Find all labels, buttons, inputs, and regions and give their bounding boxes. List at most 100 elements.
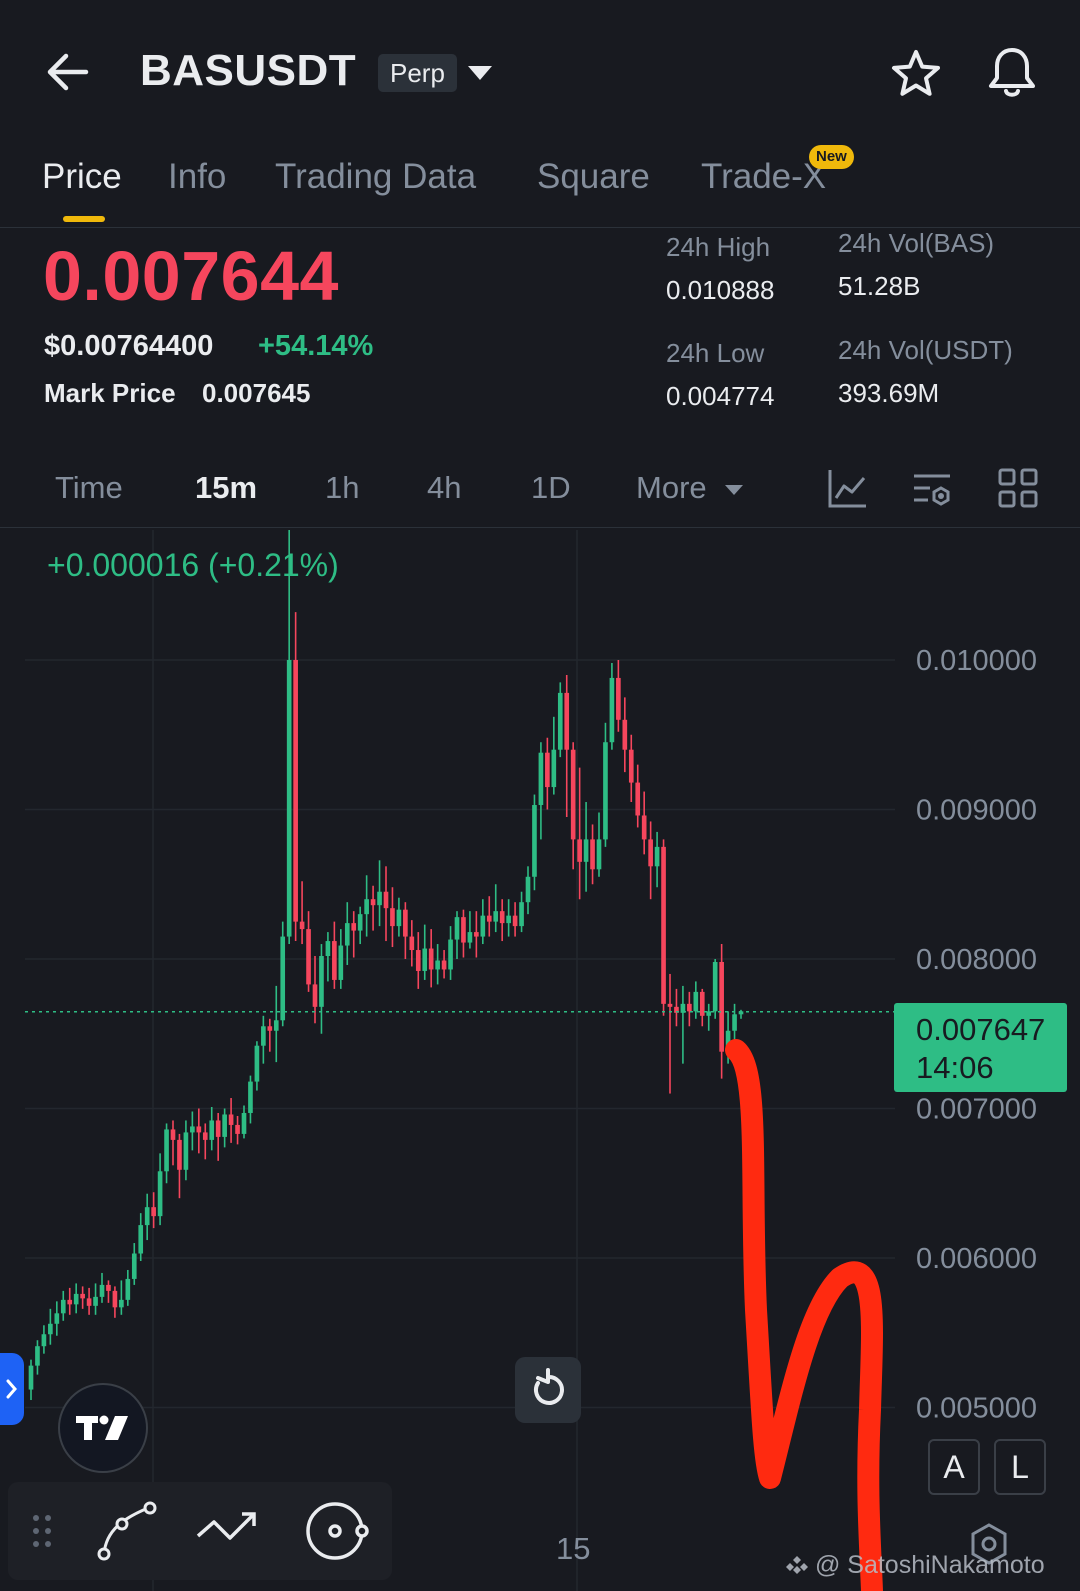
- candle-body: [435, 960, 440, 970]
- candle-body: [616, 677, 621, 720]
- candle-body: [590, 839, 595, 870]
- candle-body: [532, 805, 537, 877]
- candle-body: [390, 908, 395, 927]
- candle-body: [222, 1114, 227, 1137]
- candle-body: [157, 1171, 163, 1217]
- candle-body: [48, 1323, 53, 1335]
- candle-body: [551, 749, 557, 788]
- vol-base-label: 24h Vol(BAS): [838, 228, 995, 258]
- price-axis-tick: 0.009000: [916, 795, 1037, 827]
- candle-body: [364, 899, 369, 915]
- vol-quote-value: 393.69M: [838, 378, 940, 408]
- candle-body: [338, 945, 344, 980]
- interval-1d[interactable]: 1D: [531, 470, 571, 506]
- candle-body: [448, 939, 453, 970]
- high-value: 0.010888: [666, 275, 775, 305]
- tab-trading-data[interactable]: Trading Data: [275, 150, 476, 220]
- left-panel-handle[interactable]: [0, 1353, 24, 1425]
- tradingview-logo-icon[interactable]: [58, 1383, 148, 1473]
- tab-trade-x[interactable]: Trade-X: [701, 150, 826, 220]
- candle-body: [635, 782, 641, 816]
- log-scale-button[interactable]: L: [994, 1439, 1046, 1495]
- candle-body: [441, 960, 447, 970]
- back-arrow-icon[interactable]: [40, 46, 100, 98]
- interval-15m[interactable]: 15m: [195, 470, 257, 506]
- candle-body: [209, 1120, 215, 1140]
- candle-body: [286, 660, 292, 937]
- candle-body: [519, 902, 524, 927]
- candle-body: [293, 660, 298, 922]
- candle-body: [241, 1112, 247, 1134]
- reset-chart-icon[interactable]: [515, 1357, 581, 1423]
- candle-body: [299, 921, 305, 930]
- interval-time[interactable]: Time: [55, 470, 123, 506]
- candle-body: [577, 839, 582, 862]
- contract-type-badge: Perp: [378, 54, 457, 92]
- candle-body: [261, 1026, 266, 1046]
- favorite-star-icon[interactable]: [888, 46, 944, 102]
- interval-more[interactable]: More: [636, 470, 745, 506]
- candle-body: [80, 1293, 85, 1299]
- candle-body: [41, 1334, 47, 1347]
- symbol-title[interactable]: BASUSDT: [140, 46, 356, 96]
- circle-tool-icon[interactable]: [302, 1496, 372, 1566]
- top-bar: BASUSDT Perp: [0, 0, 1080, 140]
- drawing-toolbar: [8, 1482, 392, 1580]
- interval-1h[interactable]: 1h: [325, 470, 359, 506]
- tab-info[interactable]: Info: [168, 150, 226, 220]
- price-alert-bell-icon[interactable]: [984, 44, 1040, 102]
- candle-body: [131, 1253, 137, 1279]
- price-axis-tick: 0.008000: [916, 944, 1037, 976]
- candle-body: [377, 891, 382, 906]
- vol-base-value: 51.28B: [838, 271, 921, 301]
- candle-body: [712, 961, 718, 1012]
- current-price-value: 0.007647: [916, 1012, 1046, 1047]
- price-axis-tick: 0.007000: [916, 1094, 1037, 1126]
- binance-logo-icon: [786, 1556, 808, 1574]
- auto-scale-button[interactable]: A: [928, 1439, 980, 1495]
- watermark: @ SatoshiNakamoto: [786, 1551, 1045, 1580]
- last-price: 0.007644: [43, 237, 339, 315]
- interval-4h[interactable]: 4h: [427, 470, 461, 506]
- candle-body: [667, 1003, 673, 1007]
- symbol-dropdown-icon[interactable]: [464, 60, 496, 88]
- candle-body: [506, 915, 511, 924]
- candle-body: [370, 899, 376, 906]
- trend-line-tool-icon[interactable]: [192, 1496, 262, 1566]
- candle-body: [693, 991, 699, 1012]
- tab-square[interactable]: Square: [537, 150, 650, 220]
- candle-body: [254, 1045, 260, 1082]
- layout-grid-icon[interactable]: [996, 466, 1040, 510]
- drag-handle-icon[interactable]: [22, 1496, 62, 1566]
- tab-price[interactable]: Price: [42, 150, 122, 220]
- candle-body: [396, 909, 402, 927]
- curve-tool-icon[interactable]: [92, 1496, 162, 1566]
- candle-body: [351, 923, 357, 931]
- candle-body: [35, 1346, 40, 1366]
- candle-body: [54, 1313, 60, 1324]
- candle-body: [454, 917, 460, 940]
- candle-body: [474, 932, 479, 937]
- candle-body: [119, 1299, 124, 1308]
- candle-body: [170, 1129, 176, 1140]
- candle-body: [467, 932, 473, 943]
- candle-body: [319, 956, 324, 1007]
- usd-price: $0.00764400: [44, 330, 214, 362]
- candle-body: [325, 941, 331, 957]
- price-axis-tick: 0.006000: [916, 1243, 1037, 1275]
- indicator-chart-icon[interactable]: [826, 466, 870, 510]
- detail-tabs: Price Info Trading Data Square Trade-X: [0, 150, 1080, 228]
- candle-body: [461, 917, 466, 943]
- chart-settings-icon[interactable]: [910, 466, 954, 510]
- candle-body: [280, 936, 286, 1021]
- candle-body: [138, 1225, 144, 1254]
- candle-body: [493, 911, 499, 922]
- candle-body: [86, 1298, 92, 1306]
- candle-body: [564, 692, 570, 750]
- candle-body: [422, 948, 428, 971]
- candle-body: [428, 948, 434, 970]
- candle-body: [332, 941, 337, 980]
- candle-body: [622, 719, 628, 750]
- candle-body: [106, 1284, 111, 1291]
- new-badge: New: [809, 145, 854, 169]
